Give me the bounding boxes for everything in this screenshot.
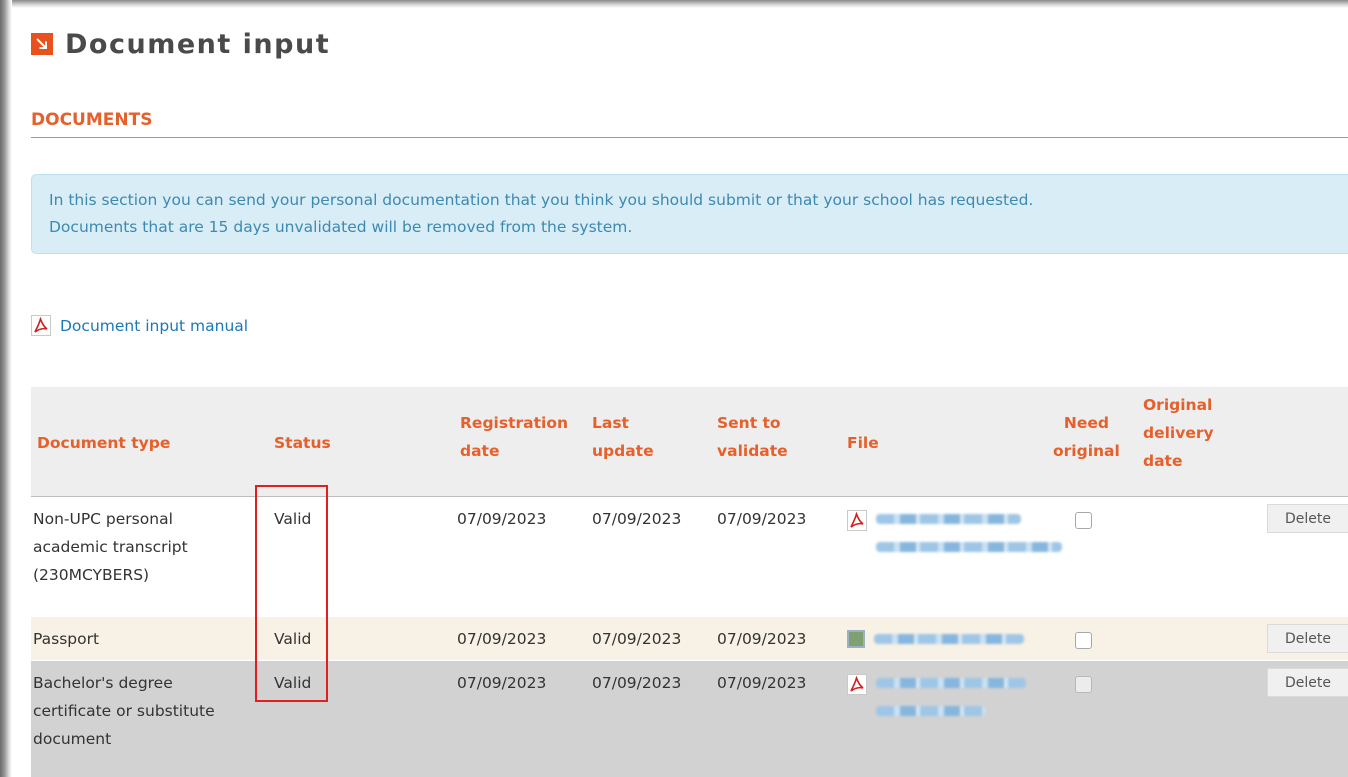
document-type-cell: Passport <box>33 630 100 648</box>
table-row: Passport Valid 07/09/2023 07/09/2023 07/… <box>31 617 1348 660</box>
arrow-down-right-icon <box>31 33 53 55</box>
need-original-checkbox[interactable] <box>1075 676 1092 693</box>
col-header-document-type: Document type <box>37 434 171 452</box>
col-header-sent-to-validate: Sent to validate <box>717 414 788 460</box>
delete-button[interactable]: Delete <box>1267 668 1348 697</box>
file-link[interactable] <box>847 510 1062 552</box>
manual-link-label: Document input manual <box>60 316 249 335</box>
last-update-cell: 07/09/2023 <box>592 674 682 692</box>
blurred-file-name <box>876 510 1062 552</box>
window-top-shadow <box>0 0 1348 8</box>
file-link[interactable] <box>847 630 1024 648</box>
document-type-cell: Bachelor's degree certificate or substit… <box>33 674 215 748</box>
registration-date-cell: 07/09/2023 <box>457 630 547 648</box>
section-title-text: DOCUMENTS <box>31 110 153 130</box>
delete-button[interactable]: Delete <box>1267 504 1348 533</box>
col-header-registration-date: Registration date <box>460 414 569 460</box>
section-header: DOCUMENTS <box>31 110 1348 138</box>
registration-date-cell: 07/09/2023 <box>457 674 547 692</box>
last-update-cell: 07/09/2023 <box>592 510 682 528</box>
need-original-checkbox[interactable] <box>1075 632 1092 649</box>
col-header-original-delivery-date: Original delivery date <box>1143 396 1214 470</box>
table-row: Non-UPC personal academic transcript (23… <box>31 497 1348 616</box>
col-header-last-update: Last update <box>592 414 654 460</box>
info-line-1: In this section you can send your person… <box>49 191 1034 209</box>
pdf-icon <box>847 510 867 531</box>
sent-to-validate-cell: 07/09/2023 <box>717 510 807 528</box>
blurred-file-name <box>874 630 1024 644</box>
last-update-cell: 07/09/2023 <box>592 630 682 648</box>
page-title: Document input <box>31 26 330 62</box>
delete-button[interactable]: Delete <box>1267 624 1348 653</box>
need-original-checkbox[interactable] <box>1075 512 1092 529</box>
document-type-cell: Non-UPC personal academic transcript (23… <box>33 510 188 584</box>
col-header-file: File <box>847 434 879 452</box>
col-header-need-original: Need original <box>1053 414 1120 460</box>
status-highlight-box <box>255 485 328 702</box>
pdf-icon <box>847 674 867 695</box>
info-alert: In this section you can send your person… <box>31 174 1348 254</box>
col-header-status: Status <box>274 434 331 452</box>
sent-to-validate-cell: 07/09/2023 <box>717 674 807 692</box>
image-file-icon <box>847 630 865 648</box>
table-row: Bachelor's degree certificate or substit… <box>31 661 1348 777</box>
window-left-shadow <box>0 0 12 777</box>
page-title-text: Document input <box>65 28 331 60</box>
info-line-2: Documents that are 15 days unvalidated w… <box>49 218 633 236</box>
sent-to-validate-cell: 07/09/2023 <box>717 630 807 648</box>
document-input-manual-link[interactable]: Document input manual <box>31 315 248 336</box>
pdf-icon <box>31 315 51 336</box>
documents-table-header: Document type Status Registration date L… <box>31 387 1348 497</box>
file-link[interactable] <box>847 674 1026 716</box>
registration-date-cell: 07/09/2023 <box>457 510 547 528</box>
blurred-file-name <box>876 674 1026 716</box>
